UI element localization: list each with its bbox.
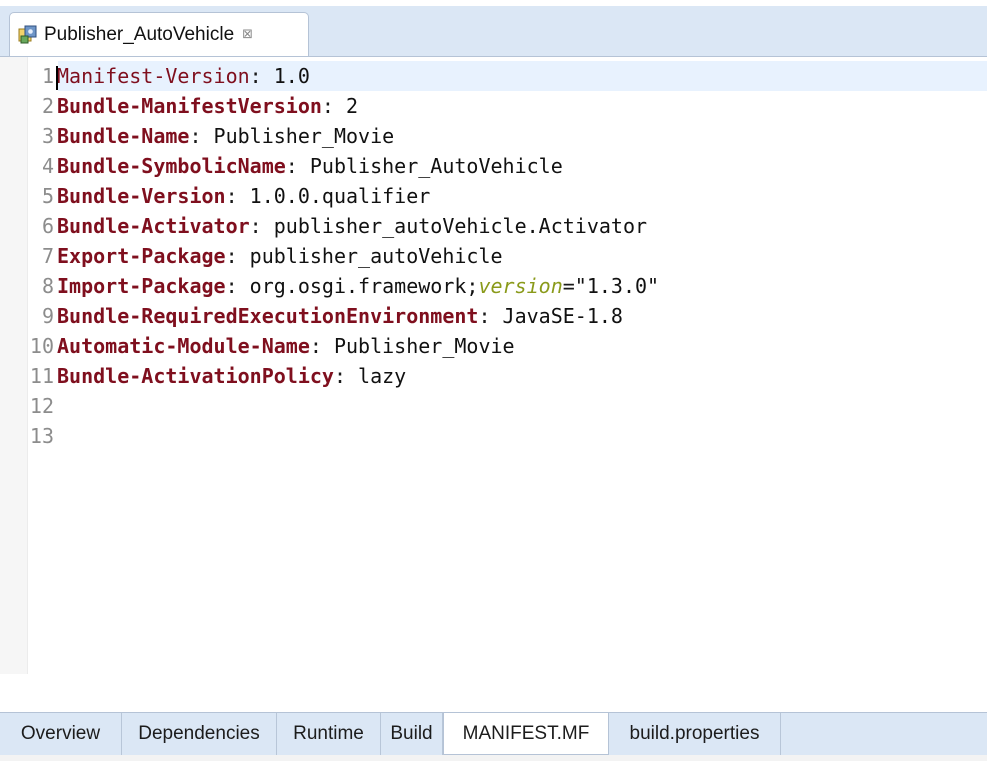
header-separator: : <box>225 274 250 298</box>
line-number: 12 <box>29 394 54 418</box>
header-value: 1.0.0.qualifier <box>249 184 431 208</box>
code-line[interactable]: 12 <box>0 391 987 421</box>
plugin-manifest-icon <box>18 25 38 45</box>
line-number: 4 <box>41 154 54 178</box>
header-key: Bundle-Name <box>57 124 190 148</box>
line-number: 13 <box>29 424 54 448</box>
editor-tab-title: Publisher_AutoVehicle <box>44 23 235 45</box>
text-caret <box>56 66 58 90</box>
page-tab-dependencies[interactable]: Dependencies <box>122 713 277 755</box>
close-icon[interactable]: ⊠ <box>242 27 253 42</box>
form-page-tabs: Overview Dependencies Runtime Build MANIFEST… <box>0 712 987 755</box>
header-key: Import-Package <box>57 274 226 298</box>
header-key: Automatic-Module-Name <box>57 334 310 358</box>
page-tab-build-properties[interactable]: build.properties <box>609 713 781 755</box>
header-key: Bundle-ActivationPolicy <box>57 364 334 388</box>
page-tab-overview[interactable]: Overview <box>0 713 122 755</box>
header-key: Manifest-Version <box>57 64 250 88</box>
line-number: 3 <box>41 124 54 148</box>
header-value: publisher_autoVehicle <box>249 244 503 268</box>
code-line[interactable]: 1 Manifest-Version: 1.0 <box>0 61 987 91</box>
page-tab-build[interactable]: Build <box>381 713 443 755</box>
line-number: 8 <box>41 274 54 298</box>
line-number: 5 <box>41 184 54 208</box>
line-number: 2 <box>41 94 54 118</box>
line-number: 10 <box>29 334 54 358</box>
page-tab-manifest-mf[interactable]: MANIFEST.MF <box>443 713 609 755</box>
header-key: Bundle-Activator <box>57 214 250 238</box>
line-code: Manifest-Version: 1.0 <box>56 64 310 90</box>
line-number: 9 <box>41 304 54 328</box>
manifest-source-editor[interactable]: 1 Manifest-Version: 1.0 2 Bundle-ManifestVe… <box>0 56 987 761</box>
code-line[interactable]: 7 Export-Package: publisher_autoVehicle <box>0 241 987 271</box>
header-attribute-name: version <box>478 274 563 298</box>
header-separator: : <box>225 184 250 208</box>
header-separator: : <box>225 244 250 268</box>
editor-tab-bar: Publisher_AutoVehicle ⊠ <box>0 6 987 56</box>
code-line[interactable]: 10 Automatic-Module-Name: Publisher_Movie <box>0 331 987 361</box>
line-code: Bundle-Activator: publisher_autoVehicle.… <box>57 214 647 238</box>
line-number: 6 <box>41 214 54 238</box>
header-separator: : <box>249 64 274 88</box>
code-line[interactable]: 2 Bundle-ManifestVersion: 2 <box>0 91 987 121</box>
window-bottom-edge <box>0 755 987 761</box>
page-tab-runtime[interactable]: Runtime <box>277 713 381 755</box>
header-value: Publisher_AutoVehicle <box>309 154 563 178</box>
line-code: Bundle-SymbolicName: Publisher_AutoVehic… <box>57 154 563 178</box>
header-separator: : <box>309 334 334 358</box>
code-line[interactable]: 13 <box>0 421 987 451</box>
header-separator: : <box>189 124 214 148</box>
header-value: lazy <box>358 364 407 388</box>
code-line[interactable]: 4 Bundle-SymbolicName: Publisher_AutoVehi… <box>0 151 987 181</box>
header-key: Export-Package <box>57 244 226 268</box>
header-separator: : <box>478 304 503 328</box>
code-line[interactable]: 3 Bundle-Name: Publisher_Movie <box>0 121 987 151</box>
header-value: Publisher_Movie <box>213 124 395 148</box>
line-number: 11 <box>29 364 54 388</box>
header-separator: : <box>333 364 359 388</box>
header-value: org.osgi.framework; <box>249 274 479 298</box>
code-line[interactable]: 11 Bundle-ActivationPolicy: lazy <box>0 361 987 391</box>
line-code: Bundle-Name: Publisher_Movie <box>57 124 394 148</box>
code-line[interactable]: 9 Bundle-RequiredExecutionEnvironment: Ja… <box>0 301 987 331</box>
header-attribute-equals: = <box>562 274 575 298</box>
header-separator: : <box>249 214 274 238</box>
header-key: Bundle-SymbolicName <box>57 154 286 178</box>
line-code: Import-Package: org.osgi.framework;versi… <box>57 274 659 298</box>
line-code: Bundle-Version: 1.0.0.qualifier <box>57 184 430 208</box>
header-attribute-value: "1.3.0" <box>574 274 660 298</box>
editor-tab-publisher-autovehicle[interactable]: Publisher_AutoVehicle ⊠ <box>9 12 309 56</box>
header-key: Bundle-Version <box>57 184 226 208</box>
header-key: Bundle-RequiredExecutionEnvironment <box>57 304 479 328</box>
line-number: 7 <box>41 244 54 268</box>
line-code: Bundle-ActivationPolicy: lazy <box>57 364 406 388</box>
code-line[interactable]: 8 Import-Package: org.osgi.framework;vers… <box>0 271 987 301</box>
header-value: 1.0 <box>273 64 310 88</box>
header-value: 2 <box>346 94 359 118</box>
line-code: Bundle-RequiredExecutionEnvironment: Jav… <box>57 304 623 328</box>
code-line[interactable]: 5 Bundle-Version: 1.0.0.qualifier <box>0 181 987 211</box>
header-separator: : <box>321 94 346 118</box>
line-number: 1 <box>41 64 54 88</box>
line-code: Automatic-Module-Name: Publisher_Movie <box>57 334 515 358</box>
line-code: Export-Package: publisher_autoVehicle <box>57 244 503 268</box>
header-value: JavaSE-1.8 <box>502 304 623 328</box>
header-value: publisher_autoVehicle.Activator <box>273 214 648 238</box>
header-key: Bundle-ManifestVersion <box>57 94 322 118</box>
line-code: Bundle-ManifestVersion: 2 <box>57 94 358 118</box>
header-value: Publisher_Movie <box>333 334 515 358</box>
header-separator: : <box>285 154 310 178</box>
code-line[interactable]: 6 Bundle-Activator: publisher_autoVehicle… <box>0 211 987 241</box>
